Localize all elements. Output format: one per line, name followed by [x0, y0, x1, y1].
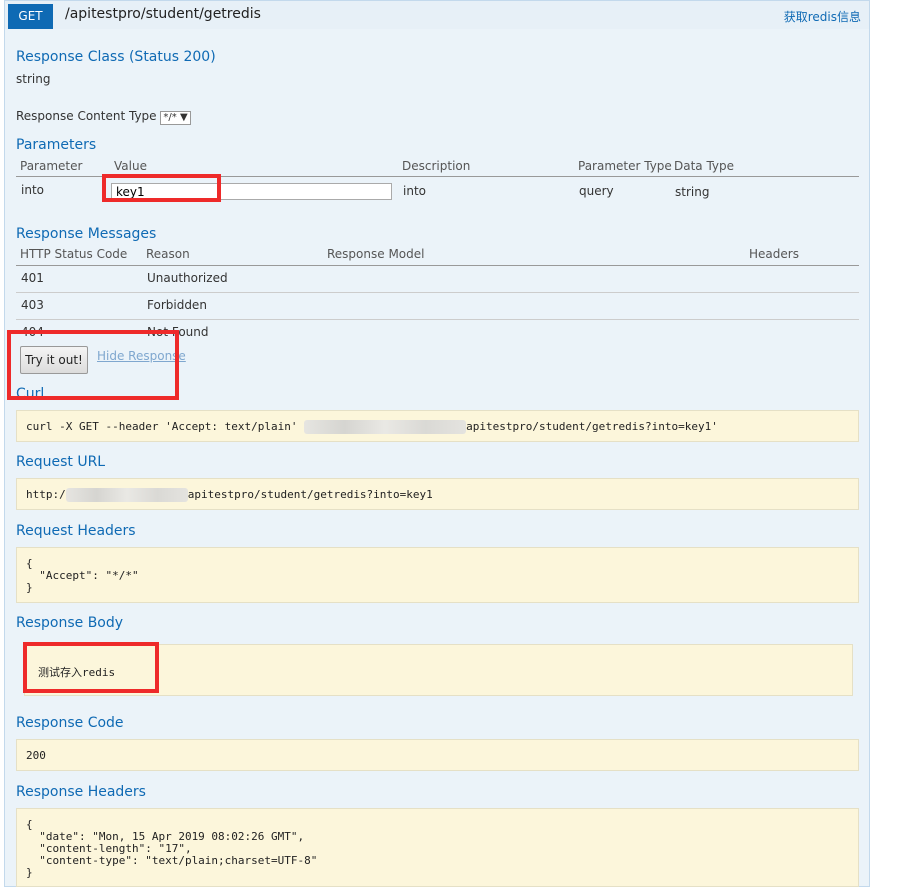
response-headers-title: Response Headers	[16, 784, 146, 800]
response-class-type: string	[16, 72, 51, 86]
request-headers-json: { "Accept": "*/*" }	[26, 557, 139, 594]
msg-row-divider	[16, 319, 859, 320]
request-url-block: http:/ apitestpro/student/getredis?into=k…	[16, 478, 859, 510]
endpoint-path[interactable]: /apitestpro/student/getredis	[65, 6, 261, 22]
msg-row-reason: Unauthorized	[147, 271, 228, 285]
response-headers-json: { "date": "Mon, 15 Apr 2019 08:02:26 GMT…	[26, 818, 318, 879]
redacted-host	[65, 488, 188, 502]
response-messages-title: Response Messages	[16, 226, 157, 242]
response-body-title: Response Body	[16, 615, 124, 631]
operation-header[interactable]: GET /apitestpro/student/getredis 获取redis…	[5, 1, 869, 29]
msg-col-headers: Headers	[749, 247, 799, 261]
msg-row-code: 401	[21, 271, 44, 285]
parameters-title: Parameters	[16, 137, 97, 153]
param-col-parameter: Parameter	[20, 159, 83, 173]
msg-col-model: Response Model	[327, 247, 425, 261]
msg-row-code: 403	[21, 298, 44, 312]
curl-command-suffix: apitestpro/student/getredis?into=key1'	[466, 420, 718, 433]
msg-row-divider	[16, 292, 859, 293]
content-type-row: Response Content Type */* ▼	[16, 109, 191, 125]
msg-row-reason: Forbidden	[147, 298, 207, 312]
msg-col-reason: Reason	[146, 247, 190, 261]
response-code-value: 200	[26, 749, 46, 762]
endpoint-summary-link[interactable]: 获取redis信息	[784, 8, 861, 25]
param-col-description: Description	[402, 159, 471, 173]
request-headers-title: Request Headers	[16, 523, 136, 539]
content-type-select[interactable]: */* ▼	[160, 111, 191, 125]
response-code-title: Response Code	[16, 715, 124, 731]
request-headers-block: { "Accept": "*/*" }	[16, 547, 859, 603]
http-method-badge[interactable]: GET	[8, 4, 53, 29]
request-url-title: Request URL	[16, 454, 106, 470]
param-col-value: Value	[114, 159, 147, 173]
msg-col-status: HTTP Status Code	[20, 247, 128, 261]
param-col-param-type: Parameter Type	[578, 159, 672, 173]
msg-header-divider	[16, 265, 859, 266]
response-code-block: 200	[16, 739, 859, 771]
request-url-suffix: apitestpro/student/getredis?into=key1	[187, 488, 433, 501]
highlight-response-body	[23, 642, 159, 693]
highlight-param-value	[102, 174, 221, 202]
request-url-prefix: http:/	[26, 488, 66, 501]
param-data-type: string	[675, 185, 710, 199]
curl-command-prefix: curl -X GET --header 'Accept: text/plain…	[26, 420, 305, 433]
content-type-label: Response Content Type	[16, 109, 157, 123]
curl-block: curl -X GET --header 'Accept: text/plain…	[16, 410, 859, 442]
param-col-data-type: Data Type	[674, 159, 735, 173]
param-type: query	[579, 184, 614, 198]
response-class-title: Response Class (Status 200)	[16, 49, 216, 65]
highlight-try-button	[7, 330, 179, 400]
param-name: into	[21, 183, 44, 197]
param-description: into	[403, 184, 426, 198]
response-headers-block: { "date": "Mon, 15 Apr 2019 08:02:26 GMT…	[16, 808, 859, 887]
redacted-host	[304, 420, 467, 434]
